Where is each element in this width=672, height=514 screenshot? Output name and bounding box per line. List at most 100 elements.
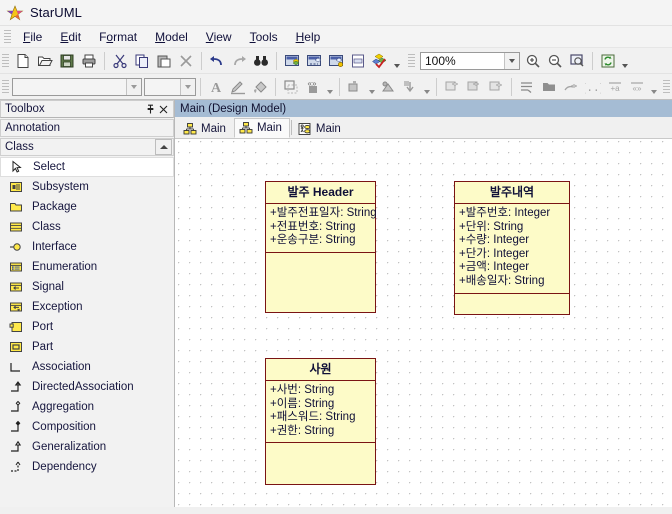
shadow-shape-icon[interactable] (280, 76, 302, 98)
menu-gripper[interactable] (4, 28, 11, 45)
cut-scissors-icon[interactable] (109, 50, 131, 72)
uml-class-node[interactable]: 사원 +사번: String +이름: String +패스워드: String… (265, 358, 376, 485)
tool-generalization[interactable]: Generalization (0, 437, 174, 457)
indent-icon[interactable] (516, 76, 538, 98)
tool-aggregation[interactable]: Aggregation (0, 397, 174, 417)
diagram-lock-icon[interactable] (325, 50, 347, 72)
uml-class-node[interactable]: 발주내역 +발주번호: Integer +단위: String +수량: Int… (454, 181, 570, 315)
tool-signal[interactable]: Signal (0, 277, 174, 297)
order-icon[interactable] (463, 76, 485, 98)
save-floppy-icon[interactable] (56, 50, 78, 72)
tab-main-2[interactable]: Main (233, 118, 290, 138)
align-left-icon[interactable] (485, 76, 507, 98)
menu-file[interactable]: File (14, 28, 51, 46)
tool-association[interactable]: Association (0, 357, 174, 377)
tool-subsystem[interactable]: Subsystem (0, 177, 174, 197)
document-icon[interactable] (347, 50, 369, 72)
stereotype-icon[interactable]: «» (302, 76, 324, 98)
tool-port[interactable]: Port (0, 317, 174, 337)
chevron-down-icon[interactable] (648, 76, 659, 98)
chevron-down-icon[interactable] (126, 78, 141, 95)
diagram-canvas[interactable]: 발주 Header +발주전표일자: String +전표번호: String … (175, 139, 672, 507)
verify-check-icon[interactable] (369, 50, 391, 72)
menu-help[interactable]: Help (287, 28, 330, 46)
toolbar-gripper-2[interactable] (408, 52, 415, 69)
tab-main-1[interactable]: Main (178, 118, 234, 138)
zoom-fit-icon[interactable] (566, 50, 588, 72)
diagram-add-icon[interactable] (281, 50, 303, 72)
tool-label: Generalization (32, 441, 107, 453)
redo-arrow-icon[interactable] (228, 50, 250, 72)
format-gripper-1[interactable] (2, 78, 9, 95)
uml-class-node[interactable]: 발주 Header +발주전표일자: String +전표번호: String … (265, 181, 377, 313)
font-style-a-icon[interactable]: A (205, 76, 227, 98)
tool-exception[interactable]: Exception (0, 297, 174, 317)
line-color-icon[interactable] (227, 76, 249, 98)
tab-main-3[interactable]: Main (292, 118, 349, 138)
refresh-sync-icon[interactable] (597, 50, 619, 72)
menu-tools[interactable]: Tools (241, 28, 287, 46)
toolbox-group-label: Class (5, 141, 34, 153)
menu-model[interactable]: Model (146, 28, 197, 46)
tool-directed-association[interactable]: DirectedAssociation (0, 377, 174, 397)
open-folder-icon[interactable] (34, 50, 56, 72)
find-binoculars-icon[interactable] (250, 50, 272, 72)
main-toolbar: 100% (0, 48, 672, 74)
toolbox-title: Toolbox (5, 103, 45, 115)
chevron-down-icon[interactable] (421, 76, 432, 98)
uml-class-name: 사원 (266, 359, 375, 381)
copy-icon[interactable] (131, 50, 153, 72)
tool-label: Part (32, 341, 54, 353)
close-icon[interactable] (157, 103, 170, 116)
zoom-in-icon[interactable] (522, 50, 544, 72)
tool-dependency[interactable]: Dependency (0, 457, 174, 477)
menu-edit[interactable]: Edit (51, 28, 90, 46)
toolbox-group-annotation[interactable]: Annotation (0, 119, 174, 137)
add-attribute-icon[interactable]: +a (604, 76, 626, 98)
tool-package[interactable]: Package (0, 197, 174, 217)
menu-view[interactable]: View (197, 28, 241, 46)
tool-composition[interactable]: Composition (0, 417, 174, 437)
tool-interface[interactable]: Interface (0, 237, 174, 257)
uml-operation-compartment (266, 443, 375, 484)
tool-enumeration[interactable]: Enumeration (0, 257, 174, 277)
class-diagram-icon (239, 121, 253, 135)
chevron-down-icon[interactable] (504, 52, 519, 69)
toolbar-separator (339, 77, 340, 96)
undo-arrow-icon[interactable] (206, 50, 228, 72)
format-gripper-2[interactable] (663, 78, 670, 95)
zoom-combo[interactable]: 100% (420, 51, 520, 70)
new-icon[interactable] (12, 50, 34, 72)
chevron-down-icon[interactable] (619, 50, 630, 72)
print-icon[interactable] (78, 50, 100, 72)
zoom-out-icon[interactable] (544, 50, 566, 72)
paste-icon[interactable] (153, 50, 175, 72)
layout-icon[interactable] (377, 76, 399, 98)
chevron-down-icon[interactable] (391, 50, 402, 72)
diagram-dashed-icon[interactable] (303, 50, 325, 72)
tool-label: Interface (32, 241, 77, 253)
braces-icon[interactable]: {..} (582, 76, 604, 98)
diagram-edit-icon[interactable] (560, 76, 582, 98)
fill-color-icon[interactable] (249, 76, 271, 98)
tool-class[interactable]: Class (0, 217, 174, 237)
toolbar-gripper-1[interactable] (2, 52, 9, 69)
tool-part[interactable]: Part (0, 337, 174, 357)
chevron-down-icon[interactable] (180, 78, 195, 95)
chevron-down-icon[interactable] (366, 76, 377, 98)
uml-attribute-compartment: +발주전표일자: String +전표번호: String +운송구분: Str… (266, 204, 377, 253)
delete-x-icon[interactable] (175, 50, 197, 72)
pin-icon[interactable] (144, 103, 157, 116)
align-group-icon[interactable] (344, 76, 366, 98)
folder-solid-icon[interactable] (538, 76, 560, 98)
send-back-icon[interactable] (399, 76, 421, 98)
font-size-combo[interactable] (144, 77, 196, 96)
toolbox-group-class[interactable]: Class (0, 138, 174, 156)
bring-front-icon[interactable] (441, 76, 463, 98)
chevron-down-icon[interactable] (324, 76, 335, 98)
collapse-group-button[interactable] (155, 139, 172, 155)
font-name-combo[interactable] (12, 77, 142, 96)
menu-format[interactable]: Format (90, 28, 146, 46)
add-operation-icon[interactable]: «» (626, 76, 648, 98)
tool-select[interactable]: Select (0, 157, 174, 177)
